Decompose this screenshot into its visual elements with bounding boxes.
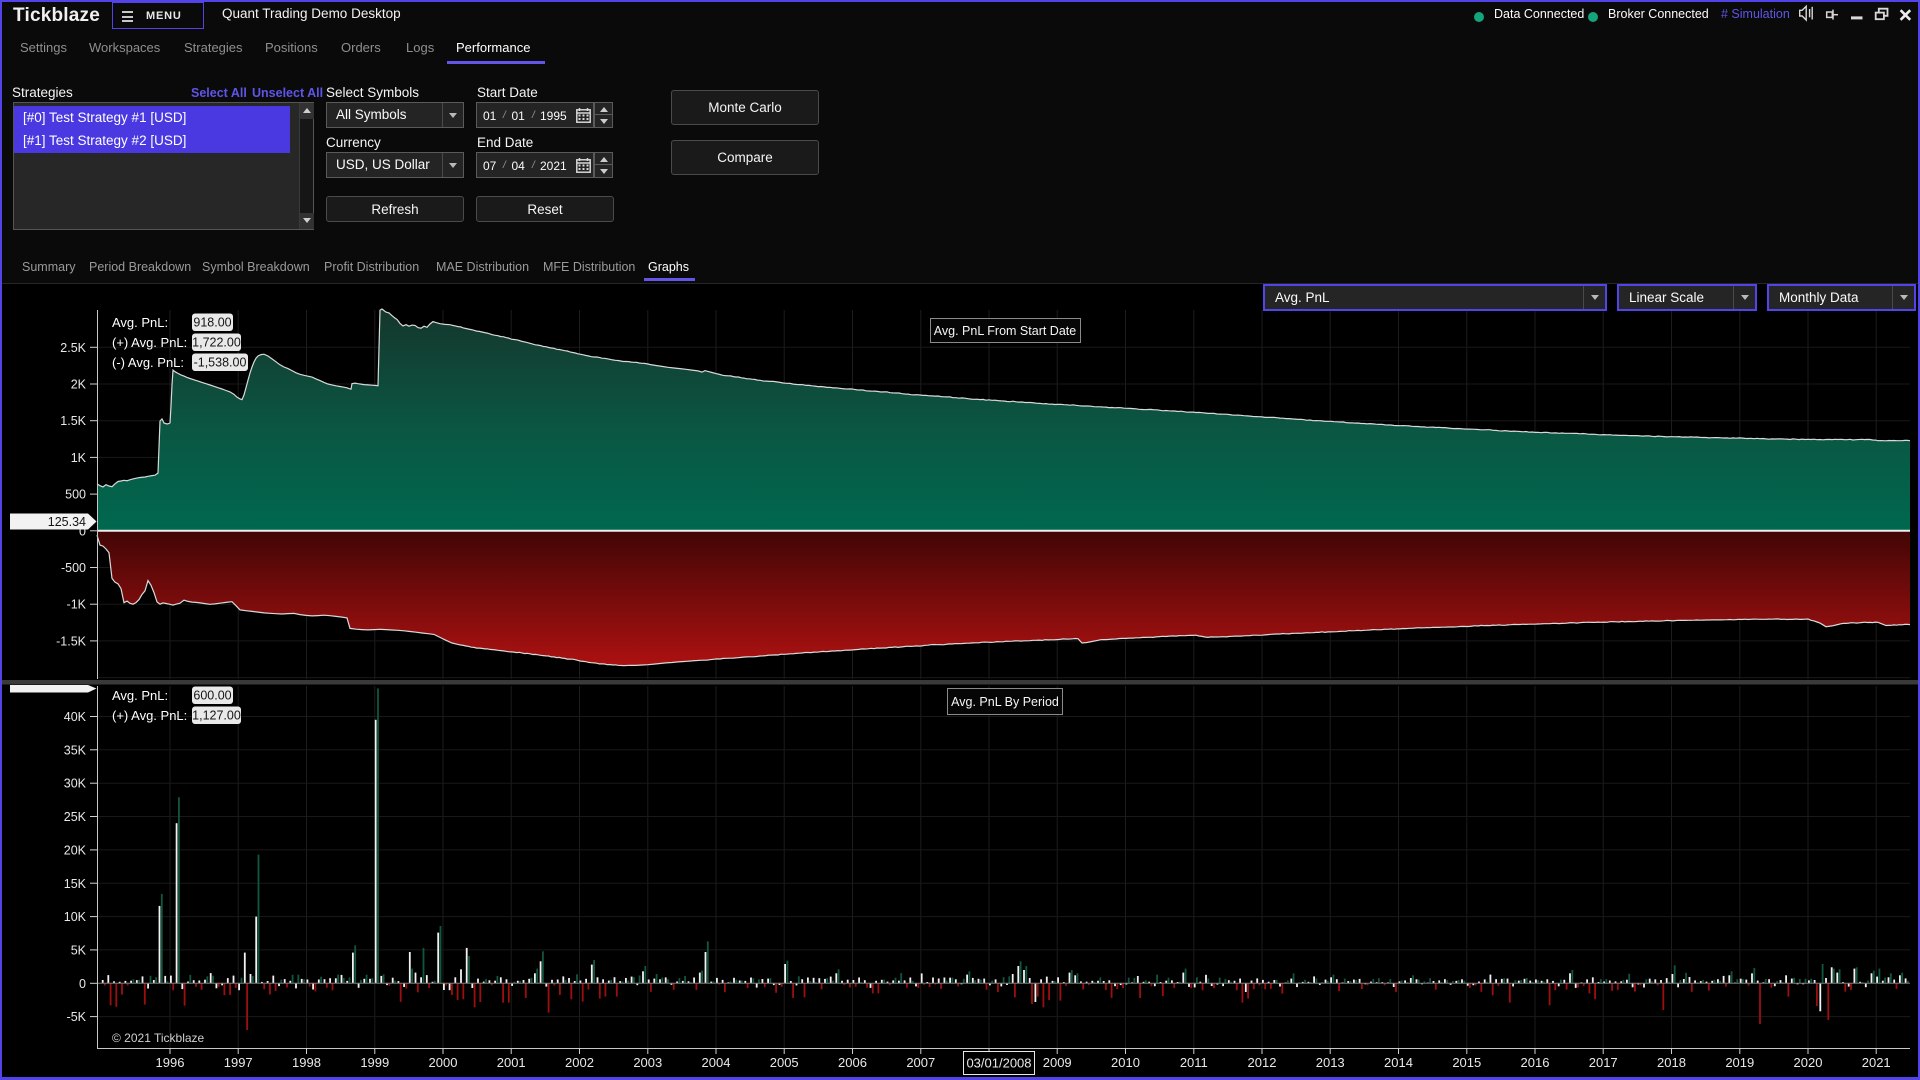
svg-text:2009: 2009 [1043,1055,1072,1070]
svg-text:2016: 2016 [1521,1055,1550,1070]
svg-text:(+) Avg. PnL:: (+) Avg. PnL: [112,708,187,723]
svg-text:© 2021 Tickblaze: © 2021 Tickblaze [112,1031,205,1045]
svg-text:2005: 2005 [770,1055,799,1070]
svg-text:600.00: 600.00 [193,689,231,703]
svg-text:03/01/2008: 03/01/2008 [966,1056,1031,1071]
svg-text:-500: -500 [61,561,86,575]
svg-text:Avg. PnL From Start Date: Avg. PnL From Start Date [934,324,1076,338]
svg-text:Avg. PnL By Period: Avg. PnL By Period [951,695,1059,709]
svg-text:500: 500 [65,488,86,502]
svg-text:1999: 1999 [360,1055,389,1070]
svg-text:1996: 1996 [156,1055,185,1070]
svg-text:2021: 2021 [1862,1055,1891,1070]
svg-text:918.00: 918.00 [193,316,231,330]
svg-text:125.34: 125.34 [48,515,86,529]
svg-text:25K: 25K [64,810,87,824]
svg-text:2003: 2003 [633,1055,662,1070]
svg-text:2014: 2014 [1384,1055,1413,1070]
svg-text:1K: 1K [71,451,87,465]
svg-text:2010: 2010 [1111,1055,1140,1070]
svg-text:-1.5K: -1.5K [56,634,87,648]
svg-text:2007: 2007 [906,1055,935,1070]
svg-text:-5K: -5K [67,1010,87,1024]
svg-text:(+) Avg. PnL:: (+) Avg. PnL: [112,335,187,350]
svg-text:2020: 2020 [1794,1055,1823,1070]
svg-text:40K: 40K [64,710,87,724]
svg-text:30K: 30K [64,777,87,791]
svg-text:(-) Avg. PnL:: (-) Avg. PnL: [112,355,184,370]
svg-text:2002: 2002 [565,1055,594,1070]
svg-text:1,127.00: 1,127.00 [192,709,241,723]
svg-text:Avg. PnL:: Avg. PnL: [112,315,168,330]
svg-text:1.5K: 1.5K [60,414,86,428]
svg-text:2001: 2001 [497,1055,526,1070]
svg-text:2006: 2006 [838,1055,867,1070]
svg-text:2012: 2012 [1248,1055,1277,1070]
svg-text:2019: 2019 [1725,1055,1754,1070]
svg-text:2.5K: 2.5K [60,341,86,355]
svg-text:2015: 2015 [1452,1055,1481,1070]
svg-text:15K: 15K [64,877,87,891]
svg-text:2018: 2018 [1657,1055,1686,1070]
svg-text:10K: 10K [64,910,87,924]
svg-text:2017: 2017 [1589,1055,1618,1070]
svg-text:2004: 2004 [702,1055,731,1070]
svg-text:-1K: -1K [67,598,87,612]
svg-text:2013: 2013 [1316,1055,1345,1070]
svg-text:2K: 2K [71,378,87,392]
svg-text:Avg. PnL:: Avg. PnL: [112,688,168,703]
svg-text:1997: 1997 [224,1055,253,1070]
svg-text:1998: 1998 [292,1055,321,1070]
svg-text:0: 0 [79,977,86,991]
svg-text:20K: 20K [64,843,87,857]
svg-text:5K: 5K [71,943,87,957]
svg-text:35K: 35K [64,743,87,757]
svg-text:-1,538.00: -1,538.00 [194,356,247,370]
svg-text:1,722.00: 1,722.00 [192,336,241,350]
svg-text:2000: 2000 [429,1055,458,1070]
svg-text:2011: 2011 [1180,1055,1208,1070]
